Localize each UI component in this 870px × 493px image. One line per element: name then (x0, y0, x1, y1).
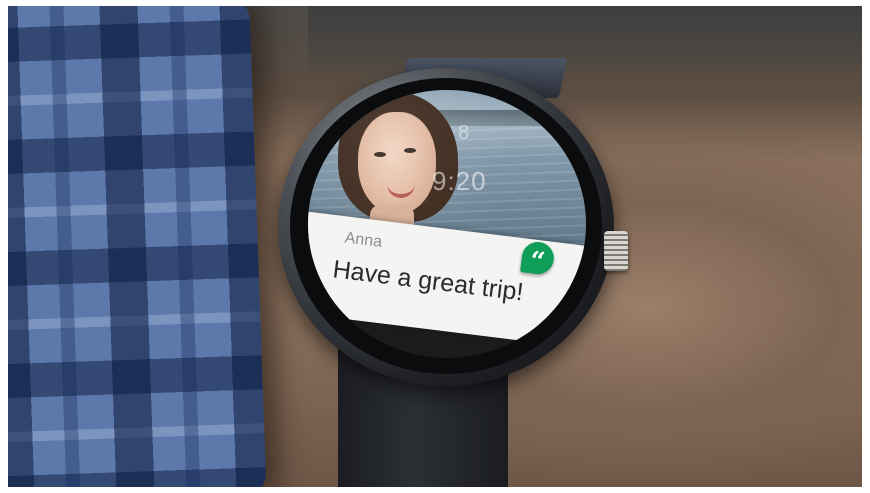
notification-sender: Anna (343, 229, 383, 251)
watch-date: 8 (458, 122, 470, 144)
notification-message: Have a great trip! (331, 255, 525, 307)
plaid-shirt-cuff (8, 6, 267, 487)
woman-right-eye (404, 148, 416, 153)
watch-crown (604, 231, 628, 271)
watch-time: 9:20 (432, 166, 487, 196)
photo-scene: 8 9:20 “ Anna Have a great trip! (8, 6, 862, 487)
dark-backdrop (308, 6, 862, 76)
watch-screen[interactable]: 8 9:20 “ Anna Have a great trip! (308, 90, 586, 358)
woman-left-eye (374, 152, 386, 157)
woman-face (358, 112, 436, 214)
hangouts-quote-icon: “ (520, 240, 556, 278)
